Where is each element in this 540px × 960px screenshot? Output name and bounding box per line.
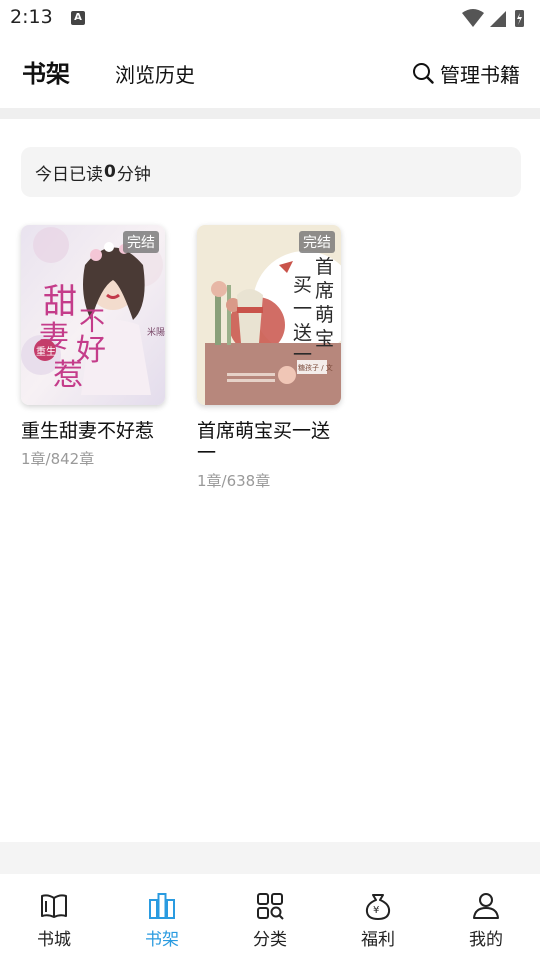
book-open-icon	[41, 894, 67, 918]
cover-char: 一	[293, 344, 312, 366]
svg-text:¥: ¥	[373, 905, 379, 916]
tabbar-label: 书架	[145, 930, 179, 950]
cover-char: 宝	[315, 328, 334, 350]
cover-char: 席	[315, 280, 334, 302]
search-icon	[413, 63, 434, 84]
cover-subtext: 重生	[36, 345, 56, 358]
reading-time-suffix: 分钟	[116, 164, 151, 185]
book-progress: 1章/638章	[197, 472, 271, 490]
tabbar-item-mine[interactable]: 我的	[432, 874, 540, 960]
bottom-tab-bar: 书城 书架 分类 ¥ 福利 我的	[0, 874, 540, 960]
status-badge: 完结	[123, 231, 159, 253]
category-grid-icon	[257, 893, 284, 920]
tabbar-item-bookshelf[interactable]: 书架	[108, 874, 216, 960]
tabbar-item-category[interactable]: 分类	[216, 874, 324, 960]
user-icon	[473, 893, 499, 919]
book-title[interactable]: 首席萌宝买一送一	[197, 420, 337, 464]
cover-char: 惹	[53, 358, 83, 393]
book-cover[interactable]: 首 席 萌 宝 买 一 送 一 糖孩子 / 文 完结	[197, 225, 341, 405]
bottom-divider	[0, 842, 540, 874]
manage-books-button[interactable]: 管理书籍	[412, 58, 520, 88]
cover-author: 米陽	[147, 326, 165, 338]
top-header: 书架 浏览历史 管理书籍	[0, 50, 540, 96]
cover-char: 萌	[315, 304, 334, 326]
bookshelf-icon	[149, 893, 175, 919]
cover-char: 首	[315, 256, 334, 278]
tab-bookshelf[interactable]: 书架	[22, 54, 70, 89]
book-cover[interactable]: 甜 不 妻 好 惹 重生 米陽 完结	[21, 225, 165, 405]
tabbar-label: 福利	[361, 930, 395, 950]
notification-app-icon: A	[71, 11, 85, 25]
manage-books-label: 管理书籍	[440, 62, 520, 87]
book-item[interactable]: 甜 不 妻 好 惹 重生 米陽 完结 重生甜妻不好惹 1章/842章	[21, 225, 165, 469]
reading-time-minutes: 0	[104, 162, 116, 182]
reading-time-prefix: 今日已读	[35, 164, 103, 185]
cover-char: 买	[293, 274, 312, 296]
tabbar-label: 我的	[469, 930, 503, 950]
cover-char: 一	[293, 298, 312, 320]
tab-browse-history[interactable]: 浏览历史	[115, 59, 195, 88]
cover-char: 甜	[43, 282, 77, 322]
money-bag-icon: ¥	[365, 894, 391, 920]
status-bar: 2:13 A	[0, 0, 540, 36]
tabbar-label: 分类	[253, 930, 287, 950]
book-title[interactable]: 重生甜妻不好惹	[21, 420, 161, 442]
cover-char: 送	[293, 322, 312, 344]
book-progress: 1章/842章	[21, 450, 95, 468]
section-divider	[0, 108, 540, 119]
tabbar-item-welfare[interactable]: ¥ 福利	[324, 874, 432, 960]
signal-icon	[490, 11, 506, 27]
reading-time-banner: 今日已读 0 分钟	[21, 147, 521, 197]
status-system-icons	[462, 9, 524, 27]
status-badge: 完结	[299, 231, 335, 253]
book-item[interactable]: 首 席 萌 宝 买 一 送 一 糖孩子 / 文 完结 首席萌宝买一送一 1章/6…	[197, 225, 341, 491]
tabbar-label: 书城	[37, 930, 71, 950]
wifi-icon	[462, 9, 484, 27]
tabbar-item-bookstore[interactable]: 书城	[0, 874, 108, 960]
status-time: 2:13	[10, 6, 53, 28]
cover-author: 糖孩子 / 文	[298, 363, 333, 372]
